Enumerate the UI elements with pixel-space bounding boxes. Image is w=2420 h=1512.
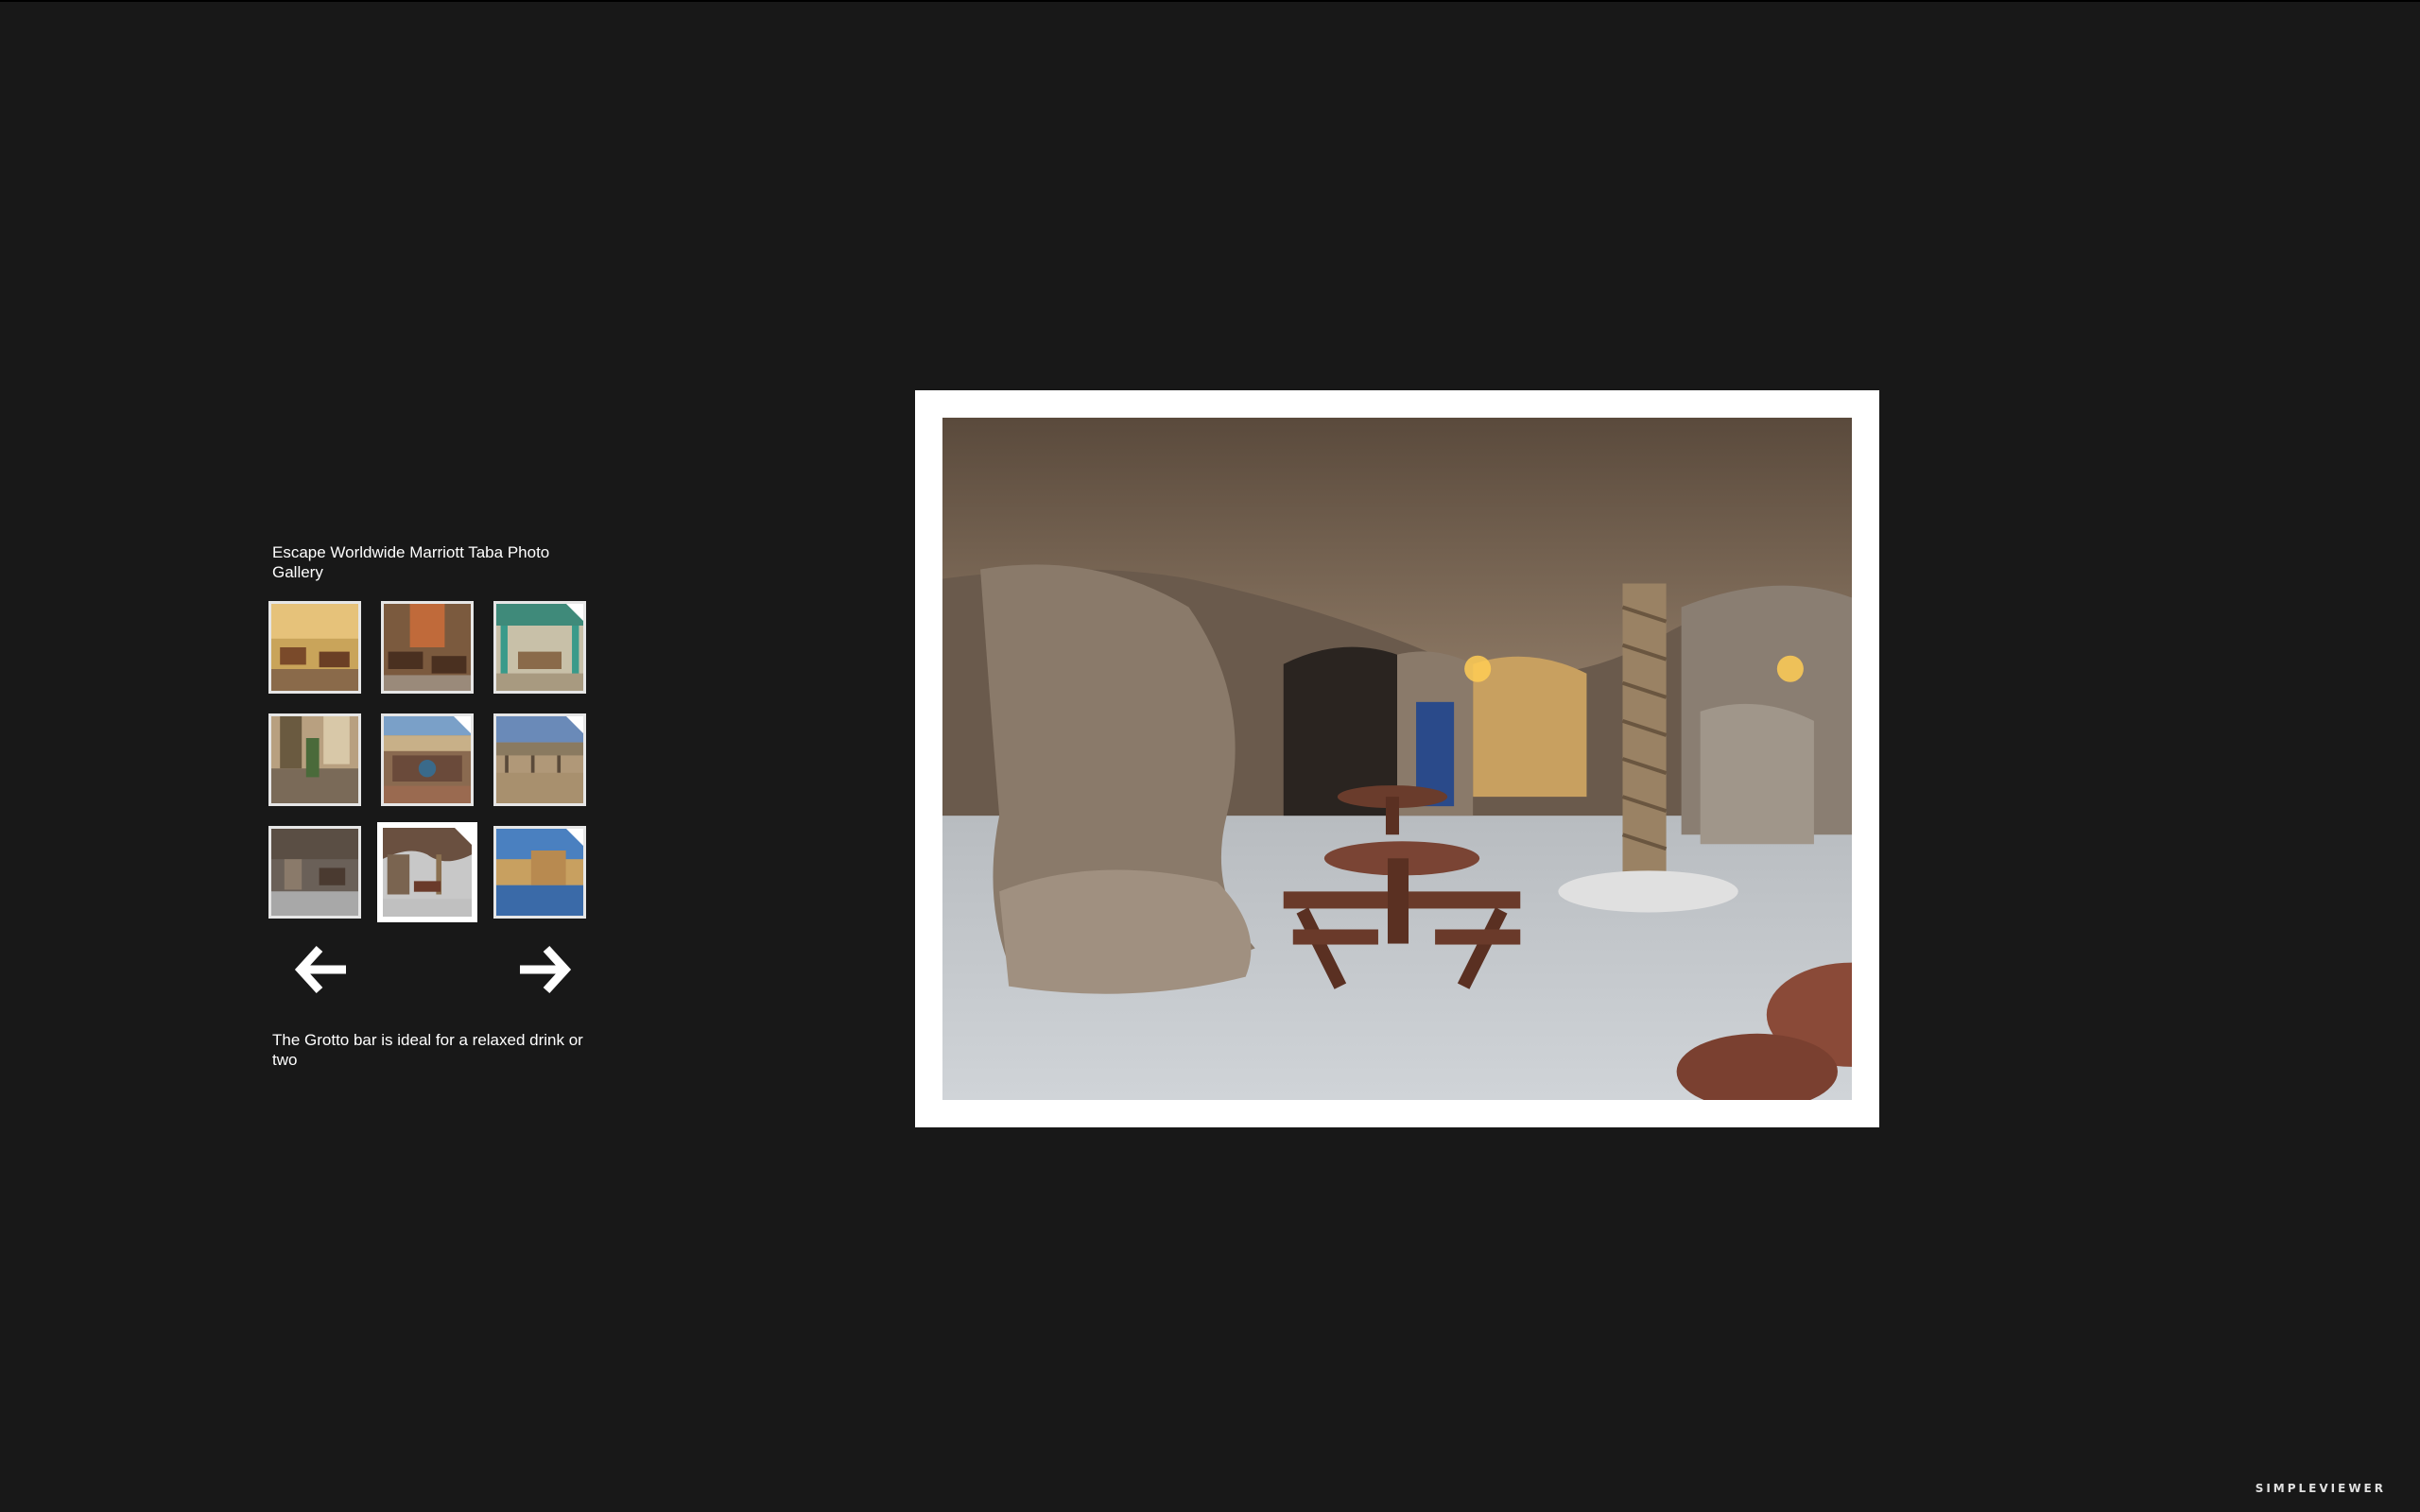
thumbnail[interactable] xyxy=(268,713,361,806)
thumbnail[interactable] xyxy=(268,826,361,919)
page-curl-icon xyxy=(454,716,471,733)
image-caption: The Grotto bar is ideal for a relaxed dr… xyxy=(272,1031,583,1069)
simpleviewer-logo[interactable]: SIMPLEVIEWER xyxy=(2256,1482,2386,1495)
thumbnail-selected[interactable] xyxy=(377,822,477,922)
main-image xyxy=(942,418,1852,1100)
image-thumbnail-icon xyxy=(271,829,358,916)
thumbnail[interactable] xyxy=(493,826,586,919)
image-thumbnail-icon xyxy=(271,604,358,691)
previous-page-button[interactable] xyxy=(293,943,350,996)
page-curl-icon xyxy=(566,829,583,846)
image-thumbnail-icon xyxy=(384,604,471,691)
page-curl-icon xyxy=(566,716,583,733)
thumbnail[interactable] xyxy=(381,601,474,694)
thumbnail[interactable] xyxy=(493,713,586,806)
thumbnail[interactable] xyxy=(381,713,474,806)
thumbnail[interactable] xyxy=(268,601,361,694)
next-page-button[interactable] xyxy=(516,943,573,996)
page-curl-icon xyxy=(455,828,472,845)
page-curl-icon xyxy=(566,604,583,621)
main-image-frame[interactable] xyxy=(915,390,1879,1127)
gallery-title: Escape Worldwide Marriott Taba Photo Gal… xyxy=(272,543,550,581)
image-thumbnail-icon xyxy=(271,716,358,803)
arrow-left-icon xyxy=(294,945,346,994)
thumbnail[interactable] xyxy=(493,601,586,694)
gallery-viewer: Escape Worldwide Marriott Taba Photo Gal… xyxy=(0,0,2420,1512)
arrow-right-icon xyxy=(520,945,572,994)
thumbnail-grid xyxy=(268,601,586,922)
